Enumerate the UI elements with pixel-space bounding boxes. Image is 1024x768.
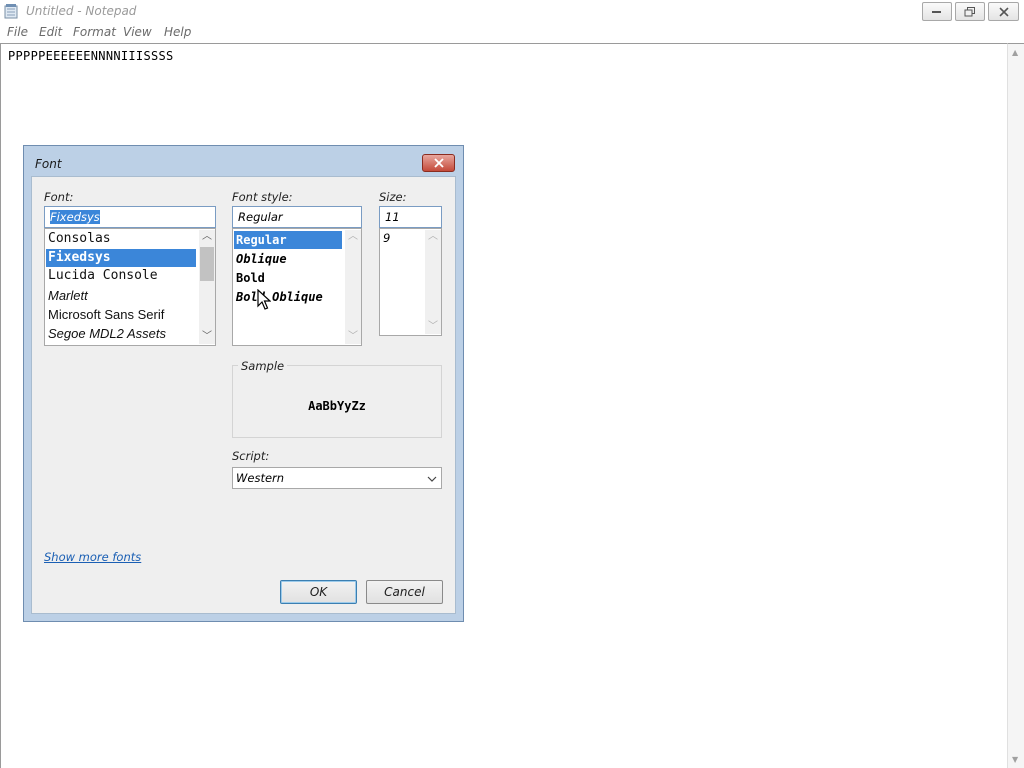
size-label: Size: (379, 190, 407, 204)
font-style-input[interactable]: Regular (232, 206, 362, 228)
chevron-down-icon[interactable]: ﹀ (345, 330, 361, 344)
font-label: Font: (44, 190, 74, 204)
sample-label: Sample (238, 359, 288, 373)
font-style-list[interactable]: Regular Oblique Bold Bold Oblique ︿ ﹀ (232, 228, 362, 346)
close-icon (998, 7, 1009, 16)
font-list-scroll-thumb[interactable] (200, 247, 214, 281)
chevron-up-icon[interactable]: ︿ (199, 230, 215, 244)
notepad-icon (4, 4, 18, 19)
style-item-bold-oblique[interactable]: Bold Oblique (234, 288, 323, 306)
dialog-body: Font: Fixedsys Consolas Fixedsys Lucida … (31, 176, 456, 614)
font-style-label: Font style: (232, 190, 293, 204)
menu-help[interactable]: Help (164, 25, 191, 39)
script-label: Script: (232, 449, 270, 463)
style-item-oblique[interactable]: Oblique (234, 250, 287, 268)
sample-text: AaBbYyZz (308, 399, 366, 413)
font-dialog: Font Font: Fixedsys Consolas Fixedsys Lu… (23, 145, 464, 622)
menu-edit[interactable]: Edit (39, 25, 62, 39)
window-title: Untitled - Notepad (26, 4, 137, 18)
menu-view[interactable]: View (123, 25, 152, 39)
close-icon (433, 158, 444, 168)
style-item-bold[interactable]: Bold (234, 269, 265, 287)
editor-text: PPPPPEEEEEENNNNIIISSSS (8, 49, 174, 63)
font-list-scrollbar[interactable]: ︿ ﹀ (199, 230, 215, 344)
size-item-9[interactable]: 9 (381, 229, 390, 247)
font-item-lucida-console[interactable]: Lucida Console (46, 267, 158, 285)
chevron-up-icon[interactable]: ︿ (345, 230, 361, 244)
size-list[interactable]: 9 ︿ ﹀ (379, 228, 442, 336)
script-value: Western (236, 471, 285, 485)
title-bar: Untitled - Notepad (0, 0, 1024, 23)
chevron-down-icon[interactable]: ﹀ (199, 330, 215, 344)
menu-format[interactable]: Format (73, 25, 116, 39)
dialog-title: Font (35, 157, 62, 171)
font-name-input[interactable]: Fixedsys (44, 206, 216, 228)
sample-box: AaBbYyZz (232, 365, 442, 438)
chevron-down-icon[interactable]: ﹀ (425, 320, 441, 334)
ok-button[interactable]: OK (280, 580, 357, 604)
font-list[interactable]: Consolas Fixedsys Lucida Console Marlett… (44, 228, 216, 346)
font-item-consolas[interactable]: Consolas (46, 230, 111, 248)
close-button[interactable] (988, 2, 1019, 21)
font-item-segoe-mdl2-assets[interactable]: Segoe MDL2 Assets (46, 325, 166, 343)
size-value: 11 (385, 210, 400, 224)
minimize-button[interactable] (922, 2, 952, 21)
show-more-fonts-link[interactable]: Show more fonts (44, 550, 141, 564)
chevron-up-icon[interactable]: ︿ (425, 230, 441, 244)
font-style-value: Regular (238, 210, 283, 224)
chevron-down-icon (427, 476, 437, 482)
dialog-close-button[interactable] (422, 154, 455, 172)
script-select[interactable]: Western (232, 467, 442, 489)
mouse-cursor-icon (257, 289, 271, 310)
font-item-microsoft-sans-serif[interactable]: Microsoft Sans Serif (46, 306, 164, 324)
font-item-marlett[interactable]: Marlett (46, 287, 88, 305)
font-style-list-scrollbar[interactable]: ︿ ﹀ (345, 230, 361, 344)
font-item-fixedsys[interactable]: Fixedsys (46, 249, 196, 267)
size-list-scrollbar[interactable]: ︿ ﹀ (425, 230, 441, 334)
font-name-value: Fixedsys (50, 210, 100, 224)
scroll-up-icon[interactable]: ▲ (1012, 48, 1018, 57)
editor-scrollbar[interactable]: ▲ ▼ (1007, 43, 1024, 768)
minimize-icon (932, 10, 941, 13)
style-item-regular[interactable]: Regular (234, 231, 342, 249)
size-input[interactable]: 11 (379, 206, 442, 228)
maximize-button[interactable] (955, 2, 985, 21)
cancel-button[interactable]: Cancel (366, 580, 443, 604)
menu-file[interactable]: File (7, 25, 28, 39)
maximize-icon (964, 6, 975, 16)
scroll-down-icon[interactable]: ▼ (1012, 755, 1018, 764)
menu-bar: File Edit Format View Help (0, 23, 1024, 43)
